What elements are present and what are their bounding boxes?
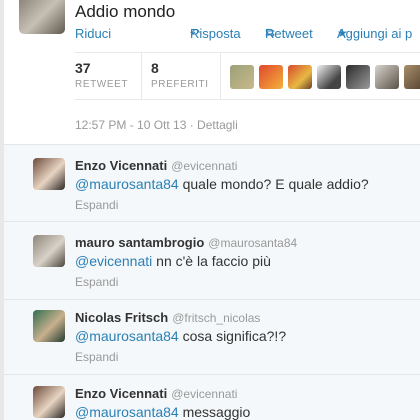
favorite-count-stat[interactable]: 8 PREFERITI — [151, 60, 209, 90]
tweet-detail-card: Addio mondo Riduci ↶ Risposta ⇆ Retweet ★ A… — [4, 0, 420, 420]
retweeter-avatar[interactable] — [404, 65, 420, 89]
mention-link[interactable]: @maurosanta84 — [75, 328, 179, 344]
expand-link[interactable]: Espandi — [75, 275, 118, 289]
reply-author[interactable]: Enzo Vicennati @evicennati — [75, 158, 237, 173]
favorite-label: Aggiungi ai p — [337, 26, 413, 41]
reply-text: @evicennati nn c'è la faccio più — [75, 253, 271, 269]
author-handle: @evicennati — [171, 387, 238, 401]
retweet-count: 37 — [75, 60, 91, 76]
author-name: Enzo Vicennati — [75, 158, 168, 173]
retweeter-avatar[interactable] — [375, 65, 399, 89]
reply-text: @maurosanta84 quale mondo? E quale addio… — [75, 176, 369, 192]
reply-text: @maurosanta84 cosa significa?!? — [75, 328, 286, 344]
reply-author[interactable]: Nicolas Fritsch @fritsch_nicolas — [75, 310, 260, 325]
reply-body: messaggio — [178, 404, 251, 420]
retweeter-avatar[interactable] — [288, 65, 312, 89]
main-tweet-text: Addio mondo — [75, 2, 176, 21]
tweet-actions: Riduci ↶ Risposta ⇆ Retweet ★ Aggiungi ai p — [75, 26, 420, 42]
reply-body: quale mondo? E quale addio? — [178, 176, 369, 192]
avatar[interactable] — [33, 386, 65, 418]
author-name: Nicolas Fritsch — [75, 310, 169, 325]
reply-body: nn c'è la faccio più — [152, 253, 271, 269]
avatar[interactable] — [33, 158, 65, 190]
tweet-stats: 37 RETWEET 8 PREFERITI — [75, 52, 420, 100]
divider — [4, 144, 420, 145]
favorite-count: 8 — [151, 60, 159, 76]
retweeter-avatar[interactable] — [317, 65, 341, 89]
stat-divider — [220, 53, 221, 99]
author-handle: @evicennati — [171, 159, 238, 173]
stat-divider — [141, 53, 142, 99]
divider — [4, 299, 420, 300]
retweet-label: Retweet — [265, 26, 313, 41]
mention-link[interactable]: @maurosanta84 — [75, 176, 179, 192]
avatar[interactable] — [33, 235, 65, 267]
author-handle: @fritsch_nicolas — [172, 311, 261, 325]
retweeter-avatar[interactable] — [259, 65, 283, 89]
author-name: mauro santambrogio — [75, 235, 205, 250]
retweeter-avatar[interactable] — [230, 65, 254, 89]
retweet-count-stat[interactable]: 37 RETWEET — [75, 60, 128, 90]
reply-body: cosa significa?!? — [178, 328, 287, 344]
replies-section: Enzo Vicennati @evicennati @maurosanta84 … — [4, 144, 420, 420]
avatar[interactable] — [33, 310, 65, 342]
favorite-count-label: PREFERITI — [151, 79, 209, 90]
mention-link[interactable]: @maurosanta84 — [75, 404, 179, 420]
expand-link[interactable]: Espandi — [75, 198, 118, 212]
reply-text: @maurosanta84 messaggio — [75, 404, 250, 420]
expand-link[interactable]: Espandi — [75, 350, 118, 364]
collapse-link[interactable]: Riduci — [75, 26, 111, 41]
author-name: Enzo Vicennati — [75, 386, 168, 401]
reply-author[interactable]: Enzo Vicennati @evicennati — [75, 386, 237, 401]
retweeter-avatar[interactable] — [346, 65, 370, 89]
tweet-timestamp[interactable]: 12:57 PM - 10 Ott 13 · Dettagli — [75, 118, 238, 132]
retweet-count-label: RETWEET — [75, 79, 129, 90]
divider — [4, 374, 420, 375]
divider — [4, 221, 420, 222]
author-handle: @maurosanta84 — [208, 236, 298, 250]
reply-label: Risposta — [190, 26, 241, 41]
mention-link[interactable]: @evicennati — [75, 253, 152, 269]
main-tweet-avatar[interactable] — [19, 0, 65, 34]
reply-author[interactable]: mauro santambrogio @maurosanta84 — [75, 235, 297, 250]
